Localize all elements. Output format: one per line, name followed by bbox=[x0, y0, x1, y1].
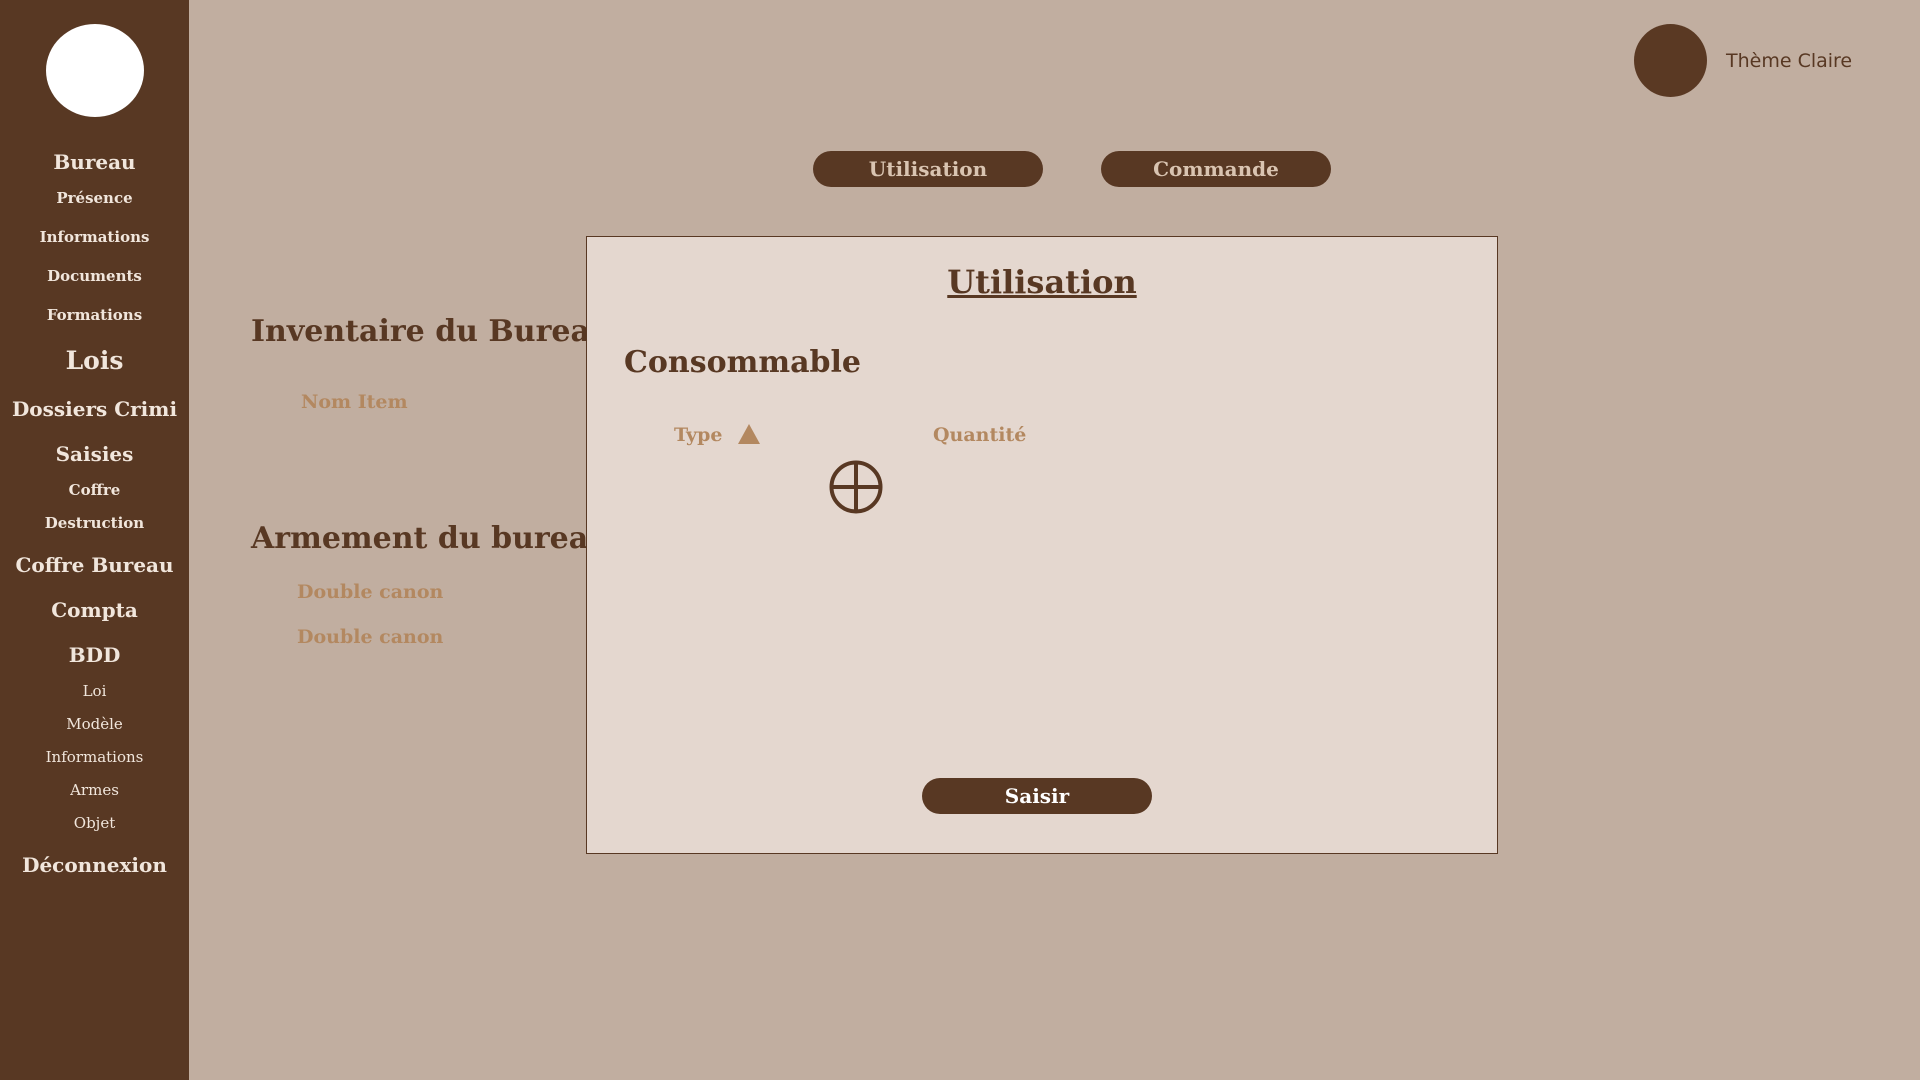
sidebar-item-coffre[interactable]: Coffre bbox=[0, 481, 189, 499]
triangle-up-icon[interactable] bbox=[737, 423, 761, 445]
logo-avatar bbox=[46, 24, 144, 117]
sidebar-item-loi[interactable]: Loi bbox=[0, 682, 189, 700]
sidebar-item-informations-bdd[interactable]: Informations bbox=[0, 748, 189, 766]
sidebar-item-lois[interactable]: Lois bbox=[0, 346, 189, 375]
sidebar-item-coffre-bureau[interactable]: Coffre Bureau bbox=[0, 553, 189, 577]
utilisation-modal: Utilisation Consommable Type Quantité Sa… bbox=[586, 236, 1498, 854]
sidebar-item-compta[interactable]: Compta bbox=[0, 598, 189, 622]
column-header-quantity: Quantité bbox=[933, 424, 1027, 446]
modal-title: Utilisation bbox=[947, 263, 1137, 301]
sidebar-item-bureau[interactable]: Bureau bbox=[0, 150, 189, 174]
tab-commande[interactable]: Commande bbox=[1101, 151, 1331, 187]
sidebar-item-documents[interactable]: Documents bbox=[0, 267, 189, 285]
sidebar-item-bdd[interactable]: BDD bbox=[0, 643, 189, 667]
tab-utilisation[interactable]: Utilisation bbox=[813, 151, 1043, 187]
modal-subtitle: Consommable bbox=[624, 345, 861, 380]
inventory-column-header: Nom Item bbox=[301, 391, 408, 413]
sidebar-item-objet[interactable]: Objet bbox=[0, 814, 189, 832]
inventory-title: Inventaire du Bureau bbox=[251, 314, 612, 349]
armament-item[interactable]: Double canon bbox=[297, 581, 443, 603]
theme-toggle-button[interactable] bbox=[1634, 24, 1707, 97]
sidebar: Bureau Présence Informations Documents F… bbox=[0, 0, 189, 1080]
sidebar-item-armes[interactable]: Armes bbox=[0, 781, 189, 799]
armament-title: Armement du bureau bbox=[251, 521, 611, 556]
sidebar-item-modele[interactable]: Modèle bbox=[0, 715, 189, 733]
plus-circle-icon[interactable] bbox=[828, 459, 884, 515]
sidebar-item-saisies[interactable]: Saisies bbox=[0, 442, 189, 466]
sidebar-item-dossiers-crimi[interactable]: Dossiers Crimi bbox=[0, 397, 189, 421]
sidebar-item-deconnexion[interactable]: Déconnexion bbox=[0, 853, 189, 877]
sidebar-item-formations[interactable]: Formations bbox=[0, 306, 189, 324]
column-header-type[interactable]: Type bbox=[674, 424, 722, 446]
armament-item[interactable]: Double canon bbox=[297, 626, 443, 648]
sidebar-item-destruction[interactable]: Destruction bbox=[0, 514, 189, 532]
saisir-button[interactable]: Saisir bbox=[922, 778, 1152, 814]
sidebar-item-informations[interactable]: Informations bbox=[0, 228, 189, 246]
sidebar-item-presence[interactable]: Présence bbox=[0, 189, 189, 207]
theme-label: Thème Claire bbox=[1726, 50, 1853, 72]
